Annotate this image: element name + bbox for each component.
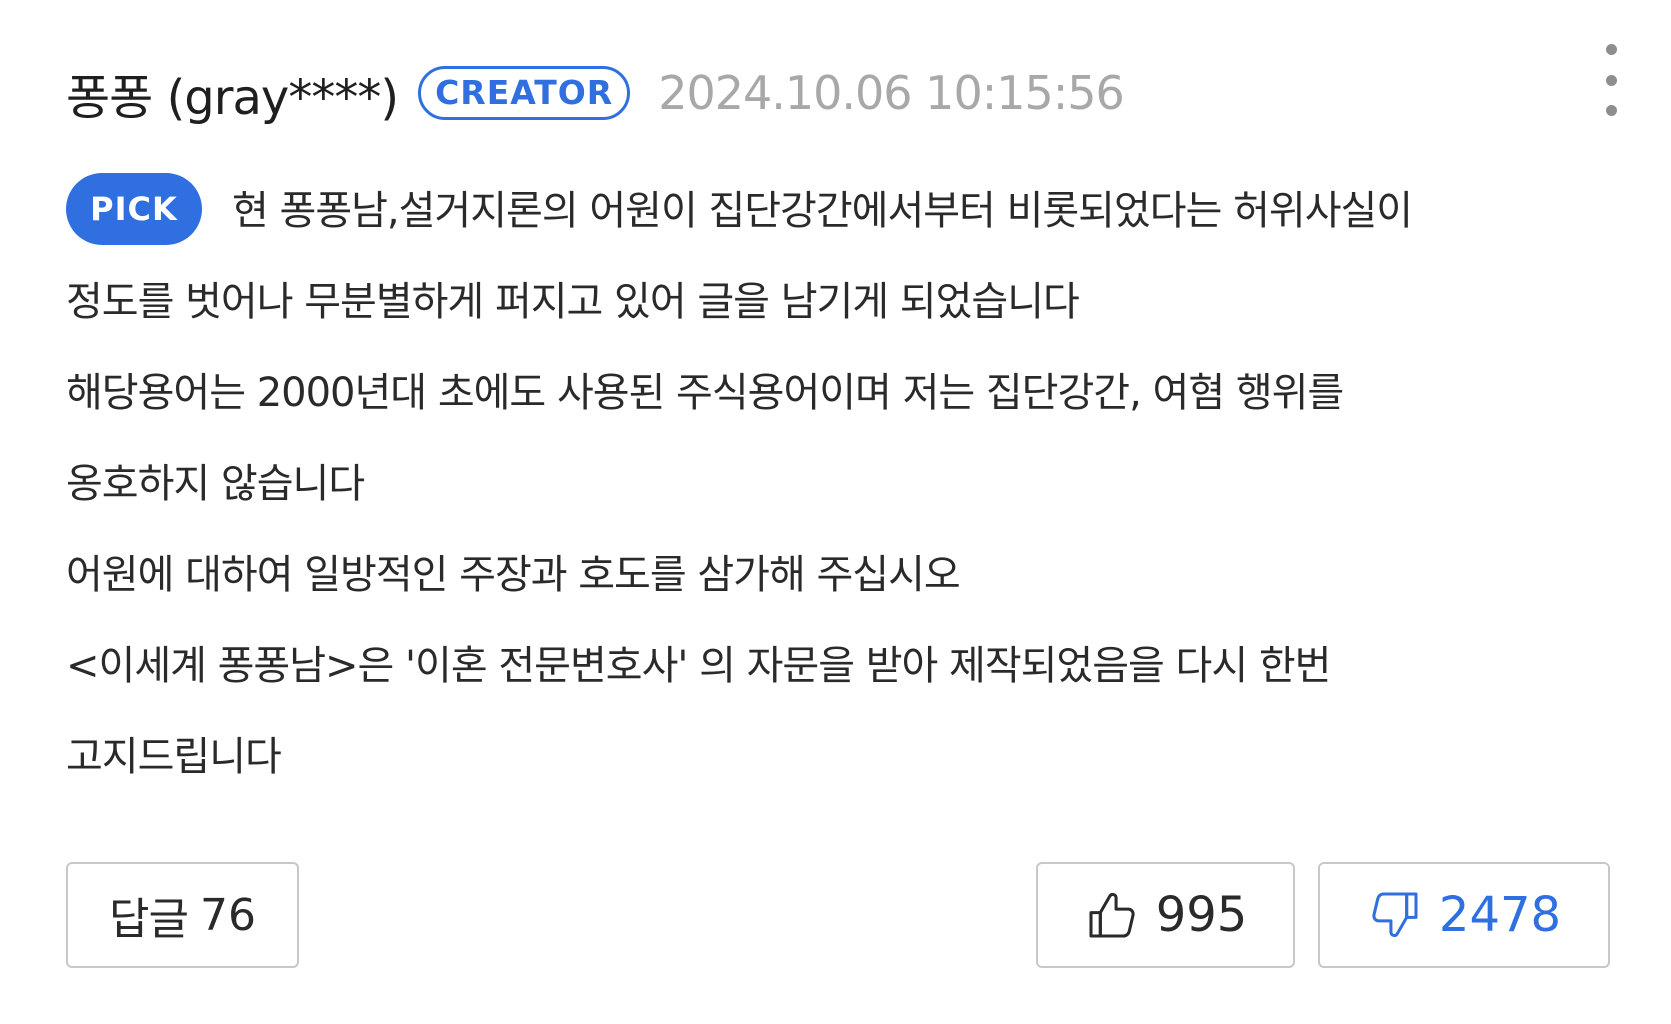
more-dot <box>1605 105 1617 116</box>
thumbs-up-icon <box>1089 892 1135 938</box>
comment-card: 퐁퐁 (gray****) CREATOR 2024.10.06 10:15:5… <box>0 0 1671 1024</box>
like-count: 995 <box>1155 887 1248 943</box>
creator-badge: CREATOR <box>418 66 631 120</box>
comment-actions: 답글 76 995 2478 <box>0 862 1671 974</box>
dislike-button[interactable]: 2478 <box>1318 862 1610 968</box>
reply-button[interactable]: 답글 76 <box>66 862 299 968</box>
comment-line: 어원에 대하여 일방적인 주장과 호도를 삼가해 주십시오 <box>66 552 961 598</box>
reply-label: 답글 <box>109 894 189 945</box>
comment-line: PICK 현 퐁퐁남,설거지론의 어원이 집단강간에서부터 비롯되었다는 허위사실… <box>66 166 1586 257</box>
comment-body: PICK 현 퐁퐁남,설거지론의 어원이 집단강간에서부터 비롯되었다는 허위사실… <box>66 166 1586 803</box>
comment-timestamp: 2024.10.06 10:15:56 <box>658 66 1125 120</box>
comment-line: 고지드립니다 <box>66 734 282 780</box>
like-button[interactable]: 995 <box>1036 862 1295 968</box>
comment-line-text: 현 퐁퐁남,설거지론의 어원이 집단강간에서부터 비롯되었다는 허위사실이 <box>232 188 1413 234</box>
comment-line: 정도를 벗어나 무분별하게 퍼지고 있어 글을 남기게 되었습니다 <box>66 279 1080 325</box>
comment-line: 해당용어는 2000년대 초에도 사용된 주식용어이며 저는 집단강간, 여혐 … <box>66 370 1344 416</box>
comment-line: <이세계 퐁퐁남>은 '이혼 전문변호사' 의 자문을 받아 제작되었음을 다시… <box>66 643 1331 689</box>
reply-count: 76 <box>199 889 256 941</box>
thumbs-down-icon <box>1372 892 1418 938</box>
pick-badge: PICK <box>66 173 202 245</box>
more-options-icon[interactable] <box>1596 44 1626 116</box>
comment-header: 퐁퐁 (gray****) CREATOR 2024.10.06 10:15:5… <box>66 58 1125 128</box>
more-dot <box>1605 44 1617 55</box>
dislike-count: 2478 <box>1438 887 1562 943</box>
comment-line: 옹호하지 않습니다 <box>66 461 365 507</box>
author-name[interactable]: 퐁퐁 (gray****) <box>66 58 399 128</box>
more-dot <box>1605 74 1617 86</box>
